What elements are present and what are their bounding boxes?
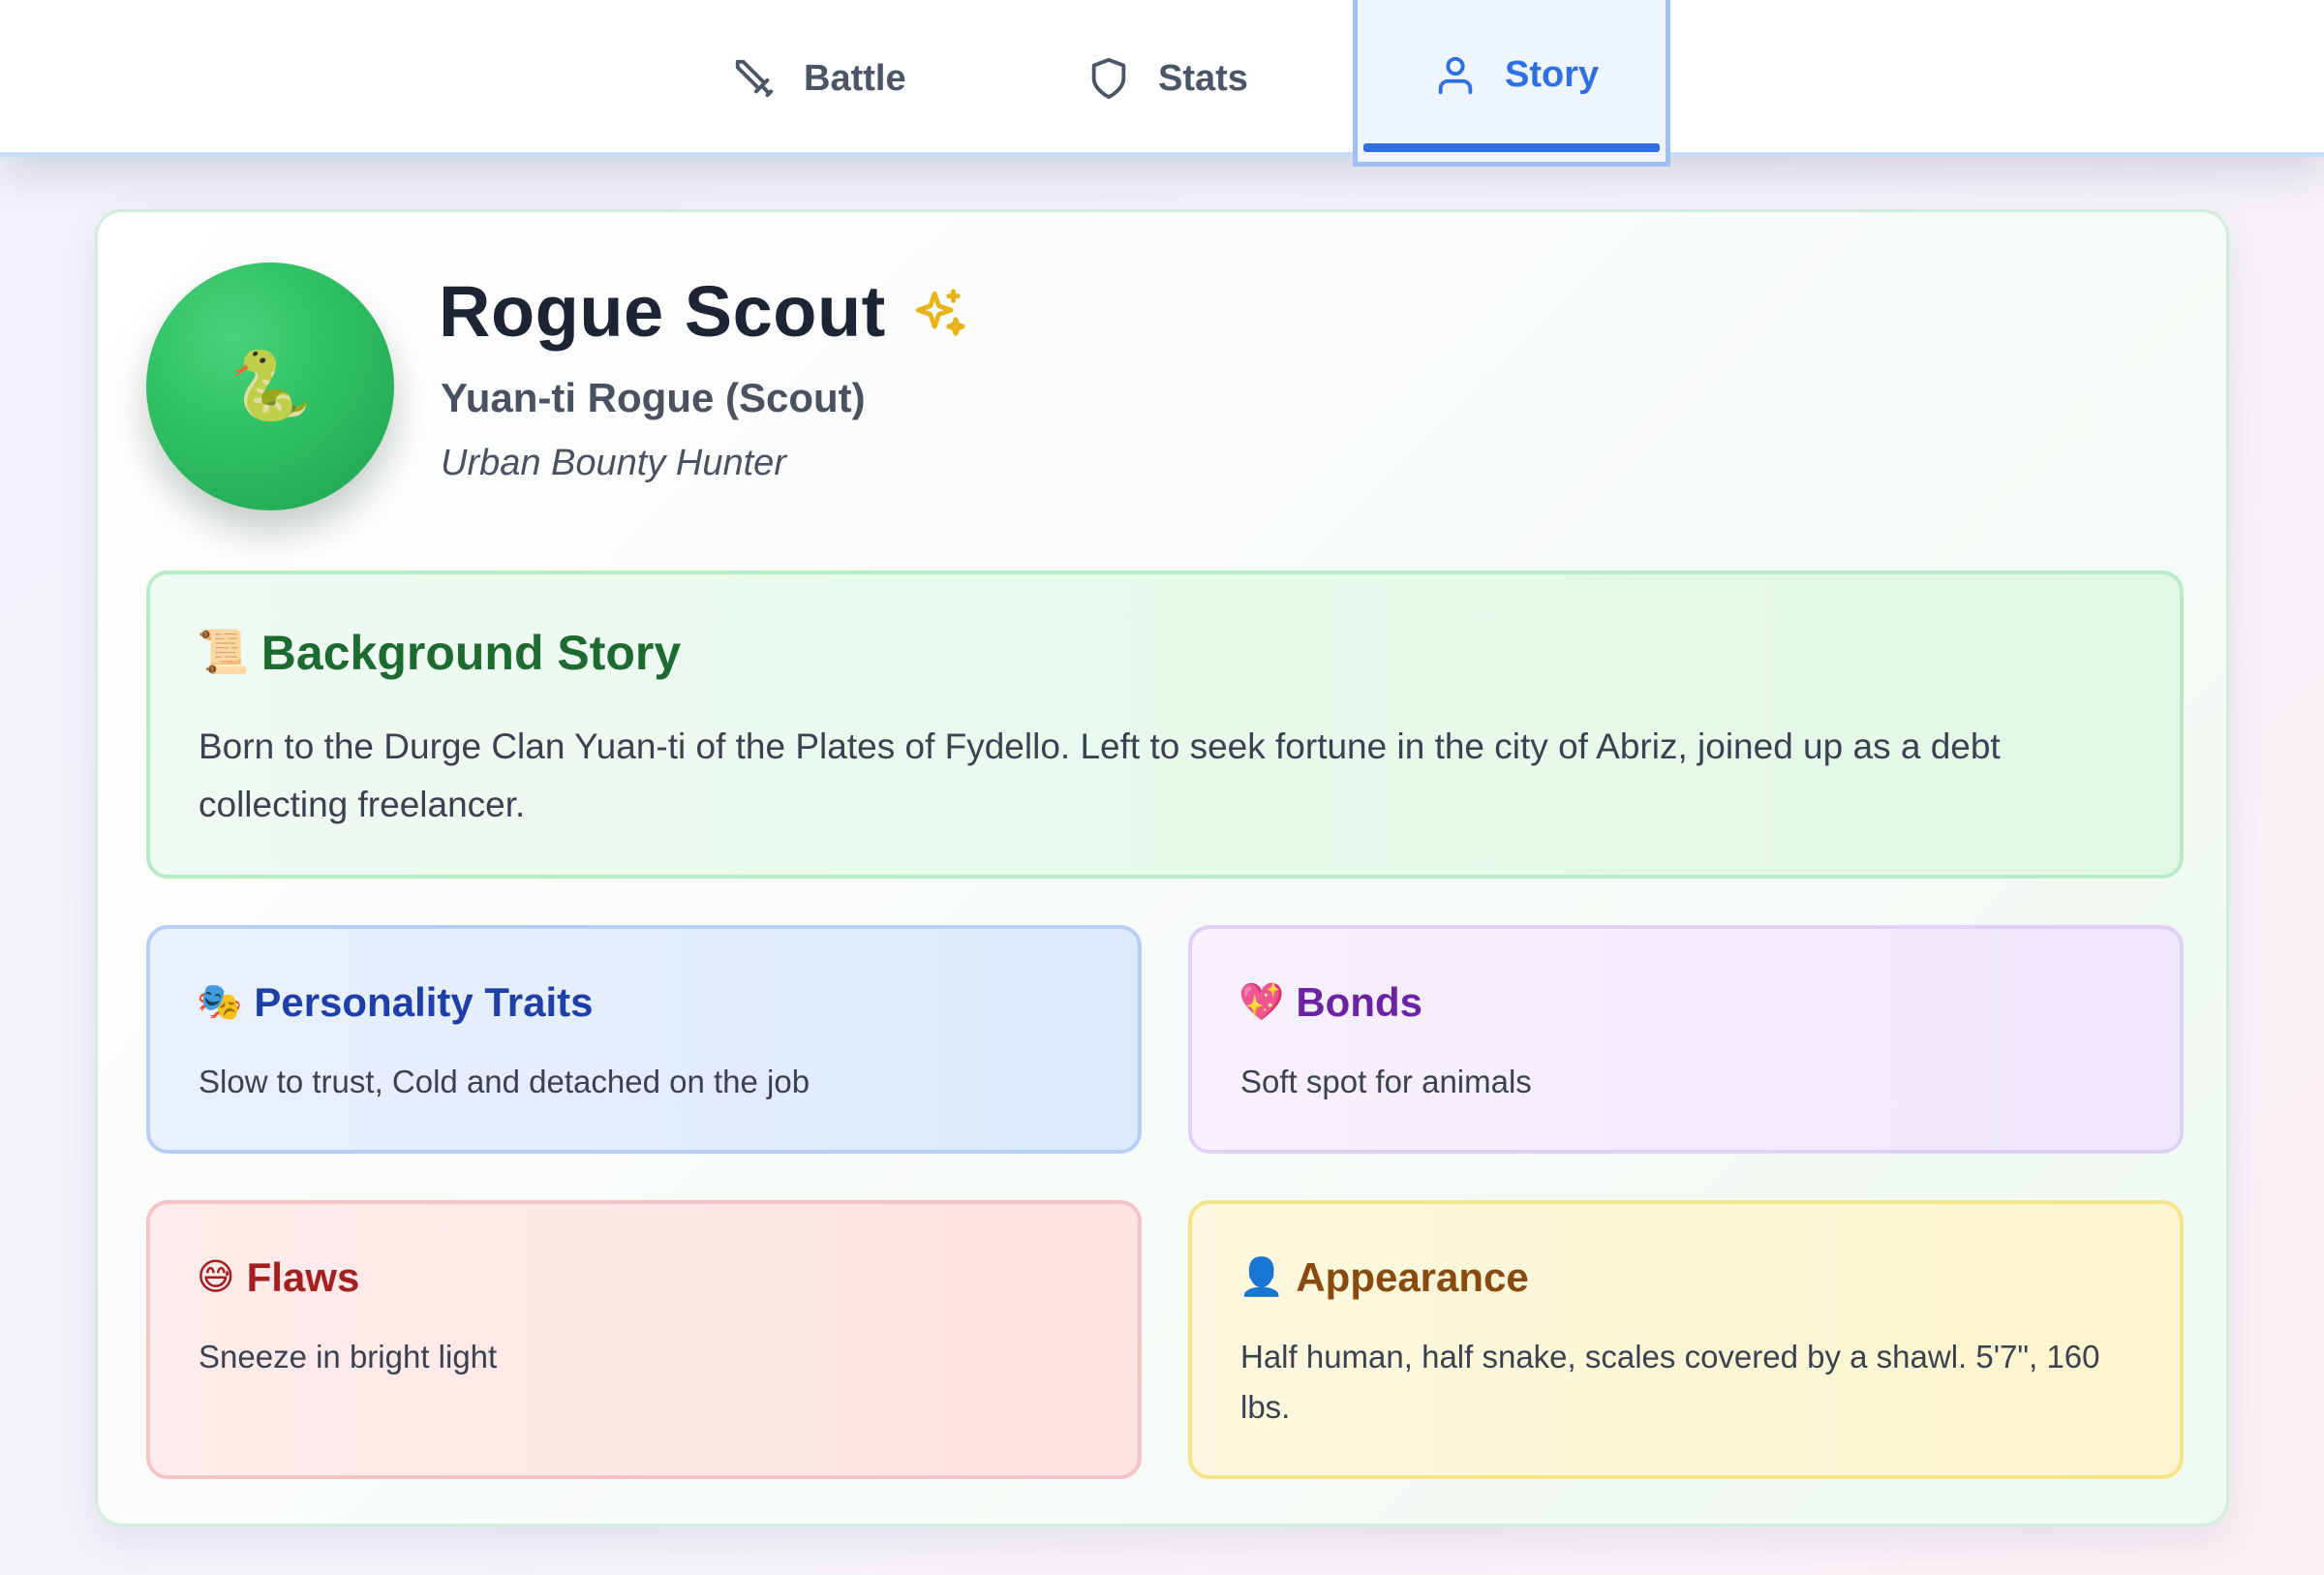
personality-traits-title: 🎭 Personality Traits [197, 979, 593, 1026]
tab-story[interactable]: Story [1353, 0, 1670, 167]
character-subtitle: Yuan-ti Rogue (Scout) [441, 375, 866, 420]
appearance-heading: Appearance [1296, 1254, 1529, 1300]
sparkles-icon [915, 288, 965, 336]
shield-icon [1091, 57, 1126, 100]
scroll-icon: 📜 [197, 629, 250, 676]
character-name: Rogue Scout [439, 271, 886, 352]
personality-traits-text: Slow to trust, Cold and detached on the … [199, 1064, 810, 1099]
bonds-heading: Bonds [1296, 979, 1422, 1025]
bonds-text: Soft spot for animals [1240, 1064, 1532, 1099]
flaws-text: Sneeze in bright light [199, 1339, 498, 1374]
appearance-box: 👤 Appearance Half human, half snake, sca… [1188, 1200, 2184, 1479]
bonds-box: 💖 Bonds Soft spot for animals [1188, 925, 2184, 1154]
tab-battle-label: Battle [804, 57, 906, 99]
sweat-smile-icon: 😅 [197, 1257, 235, 1298]
background-story-text: Born to the Durge Clan Yuan-ti of the Pl… [199, 726, 2001, 824]
user-icon [1438, 56, 1473, 94]
tab-stats-label: Stats [1158, 57, 1248, 99]
personality-traits-box: 🎭 Personality Traits Slow to trust, Cold… [146, 925, 1142, 1154]
background-story-box: 📜 Background Story Born to the Durge Cla… [146, 571, 2184, 879]
name-row: Rogue Scout [439, 270, 967, 353]
bust-silhouette-icon: 👤 [1238, 1257, 1285, 1298]
flaws-box: 😅 Flaws Sneeze in bright light [146, 1200, 1142, 1479]
theater-masks-icon: 🎭 [197, 982, 243, 1023]
flaws-heading: Flaws [246, 1254, 360, 1300]
background-story-title: 📜 Background Story [197, 625, 681, 681]
tab-battle[interactable]: Battle [732, 0, 945, 157]
background-story-heading: Background Story [260, 626, 682, 680]
flaws-title: 😅 Flaws [197, 1254, 359, 1301]
character-tagline: Urban Bounty Hunter [441, 443, 786, 483]
character-card: 🐍 Rogue Scout Yuan-ti Rogue (Scout) Urba… [95, 209, 2229, 1527]
bonds-title: 💖 Bonds [1238, 979, 1422, 1026]
appearance-title: 👤 Appearance [1238, 1254, 1529, 1301]
sparkling-heart-icon: 💖 [1238, 982, 1285, 1023]
tab-story-label: Story [1505, 54, 1600, 95]
avatar: 🐍 [146, 262, 394, 510]
snake-icon: 🐍 [228, 348, 313, 423]
sword-icon [735, 59, 774, 98]
appearance-text: Half human, half snake, scales covered b… [1240, 1339, 2100, 1425]
personality-traits-heading: Personality Traits [254, 979, 594, 1025]
top-nav: Battle Stats Story [0, 0, 2324, 167]
tab-stats[interactable]: Stats [1086, 0, 1300, 157]
